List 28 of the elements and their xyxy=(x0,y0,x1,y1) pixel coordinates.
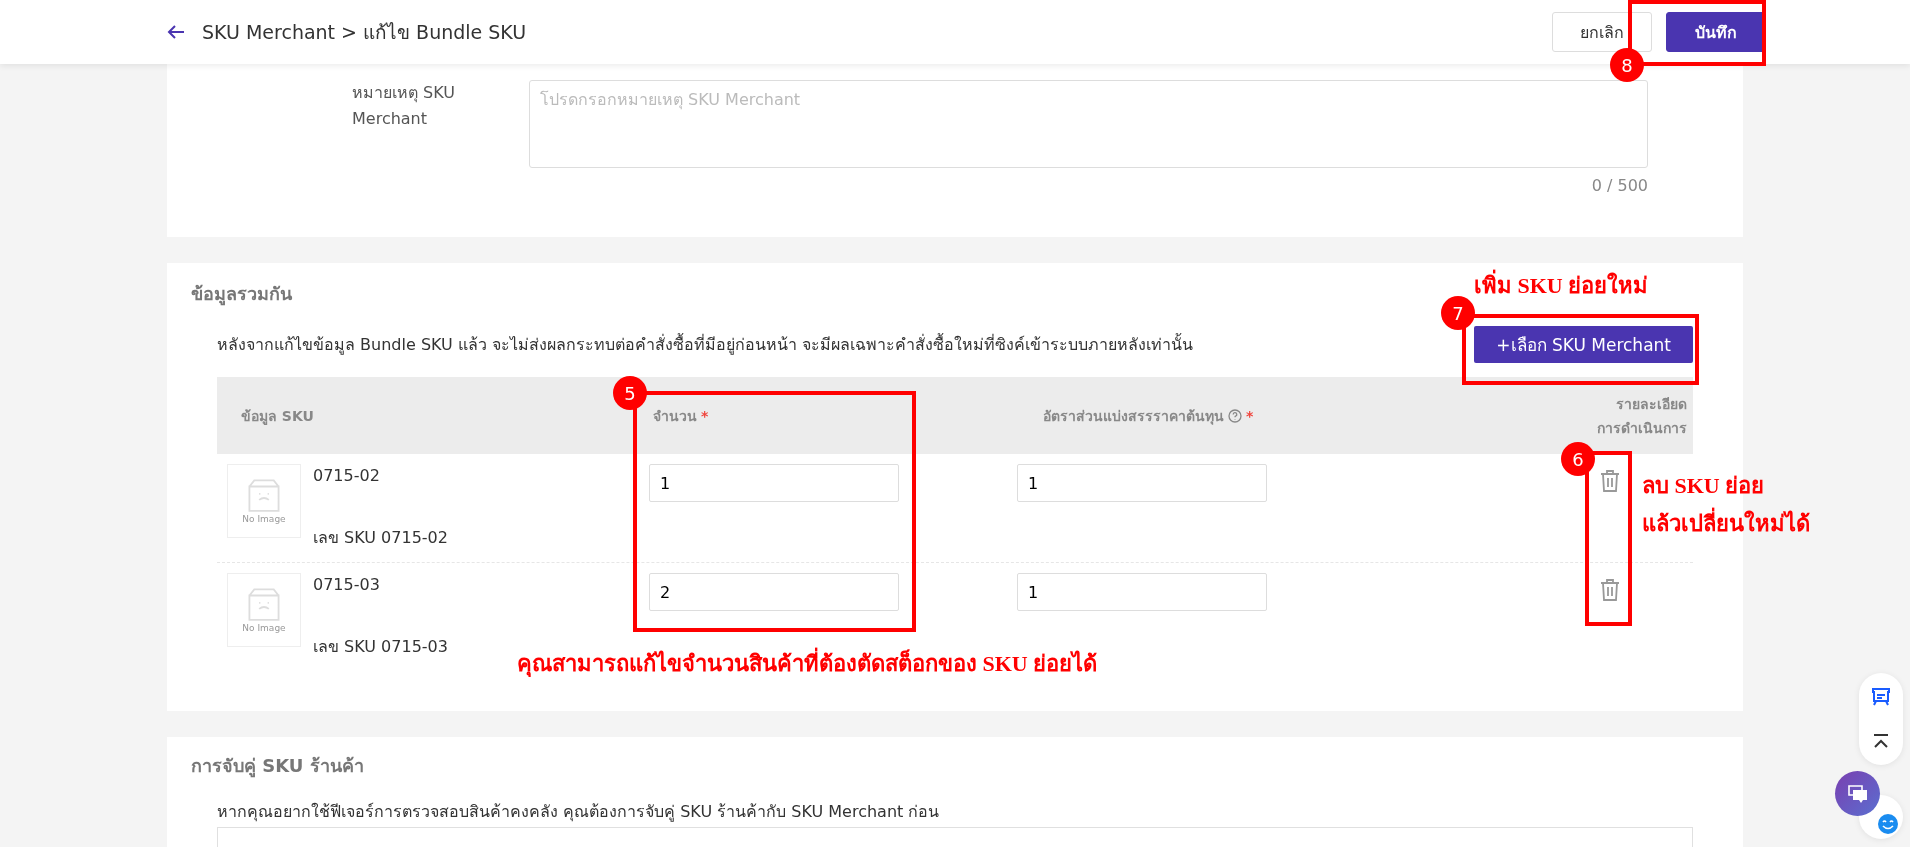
sku-name: 0715-03 xyxy=(313,575,381,594)
annotation-text: ลบ SKU ย่อย xyxy=(1642,472,1766,500)
column-header: ข้อมูล SKU xyxy=(241,406,314,427)
section-title: การจับคู่ SKU ร้านค้า xyxy=(191,754,364,780)
placeholder-text: No Image xyxy=(242,623,286,633)
sku-name: 0715-02 xyxy=(313,466,381,485)
section-note: หากคุณอยากใช้ฟีเจอร์การตรวจสอบสินค้าคงคลัง คุณต้องการจับคู่ SKU ร้านค้ากับ SKU Merchant ก่อน xyxy=(217,802,941,821)
character-counter: 0 / 500 xyxy=(1591,176,1648,195)
column-header: การดำเนินการ xyxy=(1597,418,1687,438)
ratio-field[interactable]: 1 xyxy=(1017,464,1267,502)
remark-label: หมายเหตุ SKU Merchant xyxy=(352,82,456,130)
column-header: จำนวน xyxy=(653,406,697,426)
quantity-field[interactable]: 2 xyxy=(649,573,899,611)
section-note: หลังจากแก้ไขข้อมูล Bundle SKU แล้ว จะไม่ส่งผลกระทบต่อคำสั่งซื้อที่มีอยู่ก่อนหน้า จะมีผลเฉพาะคำสั่งซื้อใหม่ที่ซิงค์เข้าระบบภายหลังเท่านั้น xyxy=(217,332,1194,357)
column-header: อัตราส่วนแบ่งสรรราคาต้นทุน xyxy=(1043,406,1224,427)
section-title: ข้อมูลรวมกัน xyxy=(191,282,292,308)
column-header: รายละเอียด xyxy=(1616,394,1687,414)
sku-number: เลข SKU 0715-02 xyxy=(313,527,448,549)
page-title: SKU Merchant > แก้ไข Bundle SKU xyxy=(202,20,528,45)
sku-number: เลข SKU 0715-03 xyxy=(313,636,448,658)
required-mark: * xyxy=(1246,407,1254,424)
required-mark: * xyxy=(701,407,709,424)
placeholder-text: No Image xyxy=(242,514,286,524)
ratio-field[interactable]: 1 xyxy=(1017,573,1267,611)
cancel-button[interactable]: ยกเลิก xyxy=(1552,12,1652,52)
remark-field[interactable]: โปรดกรอกหมายเหตุ SKU Merchant xyxy=(529,80,1648,168)
quantity-field[interactable]: 1 xyxy=(649,464,899,502)
add-sku-button[interactable]: +เลือก SKU Merchant xyxy=(1474,326,1693,363)
